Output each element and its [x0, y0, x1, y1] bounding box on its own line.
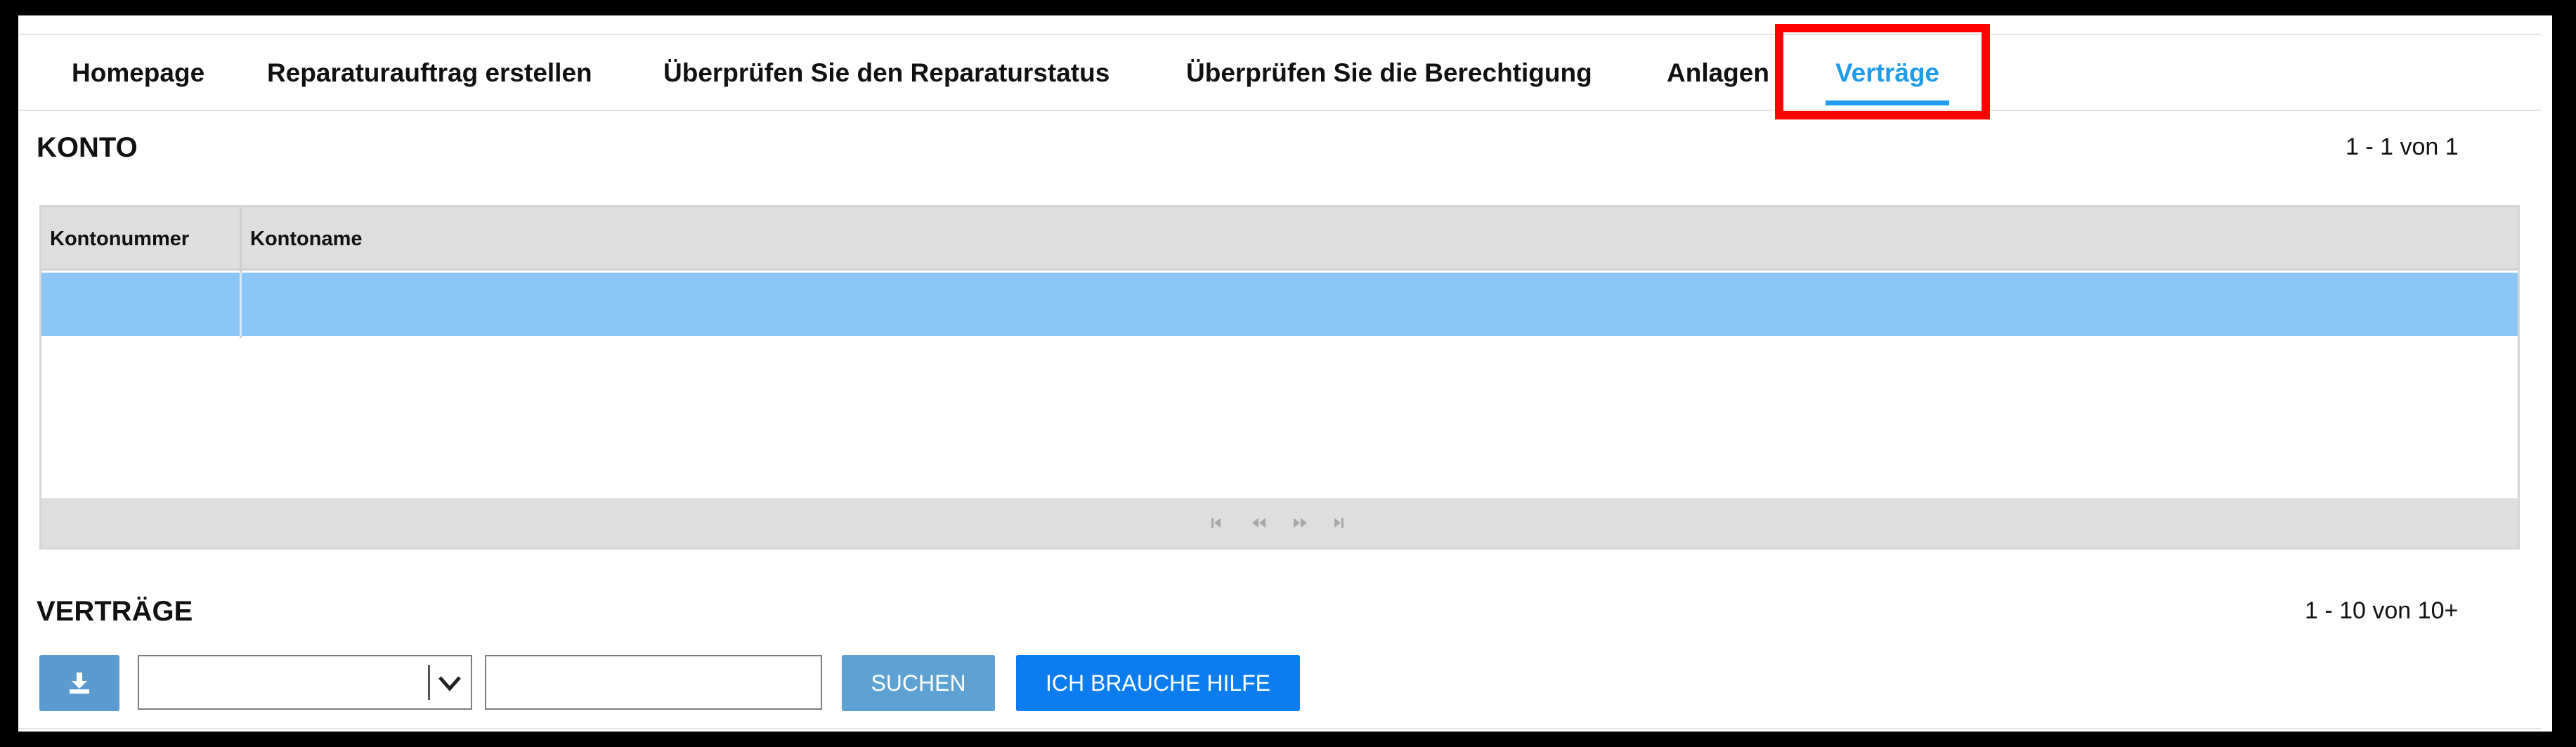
- vertraege-section-title: VERTRÄGE: [37, 596, 193, 627]
- select-separator: [428, 665, 430, 700]
- nav-item-vertraege[interactable]: Verträge: [1826, 37, 1950, 110]
- download-button[interactable]: [39, 655, 119, 711]
- nav-item-reparaturauftrag-erstellen[interactable]: Reparaturauftrag erstellen: [267, 37, 592, 110]
- main-nav: Homepage Reparaturauftrag erstellen Über…: [18, 37, 2541, 111]
- row-column-divider: [240, 273, 242, 336]
- last-page-icon[interactable]: [1326, 512, 1350, 533]
- filter-select[interactable]: [138, 655, 472, 710]
- nav-item-vertraege-label: Verträge: [1835, 58, 1940, 87]
- search-button[interactable]: SUCHEN: [842, 655, 995, 711]
- konto-table-pager: [41, 498, 2518, 547]
- konto-table-header: Kontonummer Kontoname: [41, 207, 2518, 271]
- search-input[interactable]: [485, 655, 822, 710]
- nav-item-homepage[interactable]: Homepage: [72, 37, 204, 110]
- next-page-icon[interactable]: [1288, 512, 1312, 533]
- help-button[interactable]: ICH BRAUCHE HILFE: [1016, 655, 1300, 711]
- nav-item-anlagen[interactable]: Anlagen: [1667, 37, 1769, 110]
- table-row[interactable]: [41, 273, 2518, 336]
- konto-table: Kontonummer Kontoname: [39, 205, 2520, 550]
- bottom-divider: [18, 728, 2541, 729]
- vertraege-pager-info: 1 - 10 von 10+: [2305, 597, 2459, 624]
- nav-item-berechtigung[interactable]: Überprüfen Sie die Berechtigung: [1186, 37, 1592, 110]
- first-page-icon[interactable]: [1206, 512, 1230, 533]
- column-header-kontonummer[interactable]: Kontonummer: [41, 207, 240, 271]
- app-window: Homepage Reparaturauftrag erstellen Über…: [18, 15, 2552, 732]
- top-divider: [18, 34, 2541, 35]
- chevron-down-icon: [438, 676, 461, 691]
- download-icon: [70, 673, 89, 694]
- konto-section-title: KONTO: [37, 132, 138, 163]
- screenshot-frame: Homepage Reparaturauftrag erstellen Über…: [0, 0, 2576, 747]
- active-tab-underline: [1826, 100, 1950, 105]
- previous-page-icon[interactable]: [1247, 512, 1271, 533]
- nav-item-reparaturstatus[interactable]: Überprüfen Sie den Reparaturstatus: [663, 37, 1110, 110]
- konto-pager-info: 1 - 1 von 1: [2346, 134, 2459, 160]
- column-header-kontoname[interactable]: Kontoname: [242, 207, 363, 271]
